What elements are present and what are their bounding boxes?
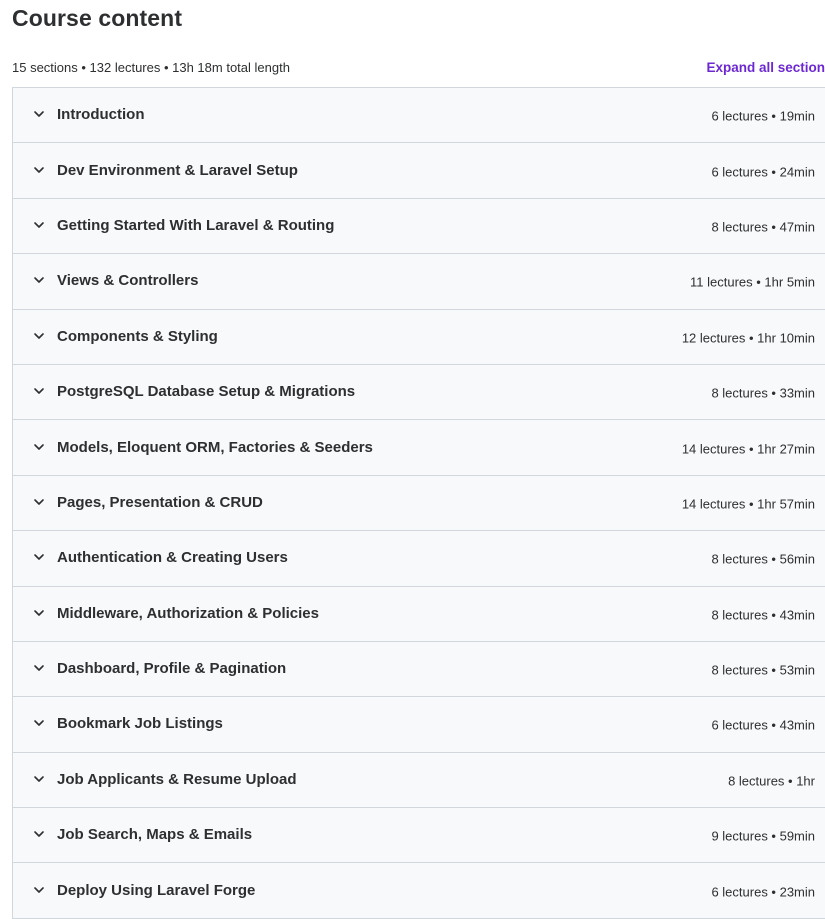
section-row[interactable]: Deploy Using Laravel Forge 6 lectures • 2…	[13, 863, 825, 919]
section-title: Dashboard, Profile & Pagination	[57, 660, 287, 678]
section-row[interactable]: Dashboard, Profile & Pagination 8 lecture…	[13, 641, 825, 698]
section-title: Getting Started With Laravel & Routing	[57, 217, 335, 235]
section-meta: 6 lectures • 24min	[711, 163, 815, 179]
section-title: Middleware, Authorization & Policies	[57, 604, 319, 622]
chevron-down-icon	[33, 662, 45, 674]
section-row[interactable]: Introduction 6 lectures • 19min	[13, 88, 825, 144]
chevron-down-icon	[33, 607, 45, 619]
section-row[interactable]: Dev Environment & Laravel Setup 6 lecture…	[13, 143, 825, 199]
chevron-down-icon	[33, 330, 45, 342]
course-summary-row: 15 sections • 132 lectures • 13h 18m tot…	[12, 58, 825, 78]
section-row[interactable]: Bookmark Job Listings 6 lectures • 43min	[13, 697, 825, 753]
chevron-down-icon	[33, 108, 45, 120]
chevron-down-icon	[33, 164, 45, 176]
section-title: Deploy Using Laravel Forge	[57, 881, 256, 899]
section-title: Pages, Presentation & CRUD	[57, 494, 263, 512]
section-title: PostgreSQL Database Setup & Migrations	[57, 383, 356, 401]
section-title: Job Applicants & Resume Upload	[57, 771, 297, 789]
chevron-down-icon	[33, 219, 45, 231]
section-row[interactable]: Pages, Presentation & CRUD 14 lectures • …	[13, 475, 825, 532]
section-meta: 14 lectures • 1hr 27min	[681, 440, 815, 456]
section-meta: 8 lectures • 33min	[711, 385, 815, 401]
section-row[interactable]: PostgreSQL Database Setup & Migrations 8 …	[13, 364, 825, 421]
section-row[interactable]: Middleware, Authorization & Policies 8 le…	[13, 586, 825, 642]
chevron-down-icon	[33, 717, 45, 729]
section-meta: 8 lectures • 47min	[711, 219, 815, 235]
section-row[interactable]: Views & Controllers 11 lectures • 1hr 5mi…	[13, 254, 825, 310]
chevron-down-icon	[33, 441, 45, 453]
section-title: Bookmark Job Listings	[57, 715, 223, 733]
section-title: Introduction	[57, 106, 145, 124]
section-meta: 12 lectures • 1hr 10min	[681, 330, 815, 345]
course-content-panel: Course content 15 sections • 132 lecture…	[0, 0, 825, 919]
chevron-down-icon	[33, 551, 45, 563]
section-meta: 14 lectures • 1hr 57min	[681, 496, 815, 512]
chevron-down-icon	[33, 496, 45, 508]
section-meta: 8 lectures • 43min	[711, 606, 815, 622]
section-meta: 6 lectures • 19min	[711, 108, 815, 124]
section-row[interactable]: Getting Started With Laravel & Routing 8 …	[13, 198, 825, 255]
section-meta: 8 lectures • 53min	[711, 662, 815, 678]
section-title: Views & Controllers	[57, 272, 199, 290]
chevron-down-icon	[33, 385, 45, 397]
sections-list: Introduction 6 lectures • 19min Dev Enviro…	[12, 87, 825, 919]
chevron-down-icon	[33, 884, 45, 896]
section-title: Job Search, Maps & Emails	[57, 826, 253, 844]
course-summary: 15 sections • 132 lectures • 13h 18m tot…	[12, 60, 290, 75]
section-meta: 8 lectures • 56min	[711, 551, 815, 567]
chevron-down-icon	[33, 828, 45, 840]
section-title: Models, Eloquent ORM, Factories & Seeder…	[57, 438, 373, 456]
chevron-down-icon	[33, 274, 45, 286]
section-row[interactable]: Authentication & Creating Users 8 lecture…	[13, 531, 825, 587]
section-meta: 6 lectures • 23min	[711, 883, 815, 899]
chevron-down-icon	[33, 773, 45, 785]
section-meta: 6 lectures • 43min	[711, 717, 815, 733]
section-meta: 11 lectures • 1hr 5min	[690, 274, 815, 290]
section-row[interactable]: Models, Eloquent ORM, Factories & Seeder…	[13, 420, 825, 476]
section-row[interactable]: Job Search, Maps & Emails 9 lectures • 59…	[13, 808, 825, 864]
section-row[interactable]: Components & Styling 12 lectures • 1hr 10…	[13, 309, 825, 365]
section-title: Components & Styling	[57, 327, 218, 345]
section-title: Dev Environment & Laravel Setup	[57, 161, 298, 179]
section-meta: 9 lectures • 59min	[711, 828, 815, 844]
section-title: Authentication & Creating Users	[57, 549, 288, 567]
page-title: Course content	[12, 5, 183, 31]
section-row[interactable]: Job Applicants & Resume Upload 8 lectures…	[13, 752, 825, 809]
expand-all-sections-button[interactable]: Expand all section	[706, 59, 825, 77]
section-meta: 8 lectures • 1hr	[728, 773, 815, 789]
